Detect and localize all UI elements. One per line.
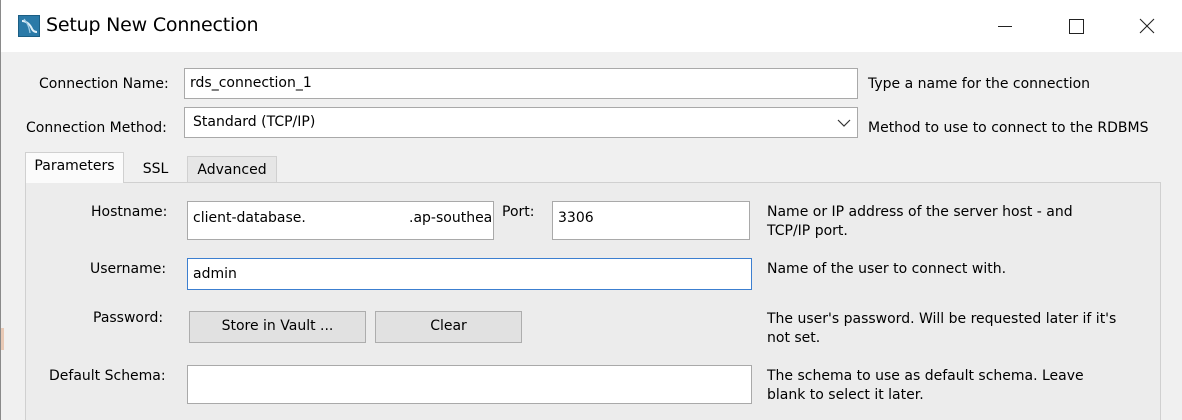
tab-parameters[interactable]: Parameters <box>25 152 124 183</box>
password-hint-line1: The user's password. Will be requested l… <box>767 311 1117 327</box>
window-title: Setup New Connection <box>46 14 259 36</box>
hostname-input[interactable]: client-database. .ap-southea <box>187 201 494 240</box>
background-edge-mark <box>1 328 4 350</box>
chevron-down-icon <box>837 119 851 127</box>
password-hint-line2: not set. <box>767 330 821 346</box>
hostname-value-suffix: .ap-southea <box>409 210 493 226</box>
default-schema-hint-line2: blank to select it later. <box>767 387 924 403</box>
hostname-redacted-segment <box>308 208 408 232</box>
hostname-hint-line1: Name or IP address of the server host - … <box>767 204 1073 220</box>
username-value: admin <box>193 266 237 282</box>
connection-method-hint: Method to use to connect to the RDBMS <box>868 120 1149 136</box>
tab-ssl[interactable]: SSL <box>124 156 187 182</box>
close-icon[interactable] <box>1133 12 1161 40</box>
connection-name-label: Connection Name: <box>39 76 169 92</box>
hostname-hint-line2: TCP/IP port. <box>767 223 848 239</box>
port-input[interactable]: 3306 <box>552 201 750 240</box>
minimize-icon[interactable] <box>991 12 1019 40</box>
port-value: 3306 <box>558 210 594 226</box>
connection-name-value: rds_connection_1 <box>190 75 312 91</box>
password-label: Password: <box>93 310 164 326</box>
setup-connection-window: Setup New Connection Connection Name: rd… <box>0 0 1182 420</box>
default-schema-label: Default Schema: <box>49 368 166 384</box>
maximize-icon[interactable] <box>1062 12 1090 40</box>
hostname-value-prefix: client-database. <box>193 210 306 226</box>
connection-method-label: Connection Method: <box>26 120 167 136</box>
clear-password-button[interactable]: Clear <box>375 311 522 343</box>
port-label: Port: <box>502 204 535 220</box>
title-bar: Setup New Connection <box>1 0 1182 52</box>
username-input[interactable]: admin <box>187 258 752 290</box>
store-in-vault-button[interactable]: Store in Vault ... <box>189 311 366 343</box>
tab-advanced[interactable]: Advanced <box>187 156 277 182</box>
connection-method-select[interactable]: Standard (TCP/IP) <box>184 107 858 138</box>
username-label: Username: <box>90 261 167 277</box>
default-schema-hint-line1: The schema to use as default schema. Lea… <box>767 368 1084 384</box>
hostname-label: Hostname: <box>91 204 168 220</box>
default-schema-input[interactable] <box>187 365 752 404</box>
username-hint: Name of the user to connect with. <box>767 261 1007 277</box>
mysql-workbench-icon <box>18 15 40 37</box>
connection-method-value: Standard (TCP/IP) <box>193 114 316 130</box>
connection-name-hint: Type a name for the connection <box>868 76 1091 92</box>
connection-name-input[interactable]: rds_connection_1 <box>184 68 858 99</box>
